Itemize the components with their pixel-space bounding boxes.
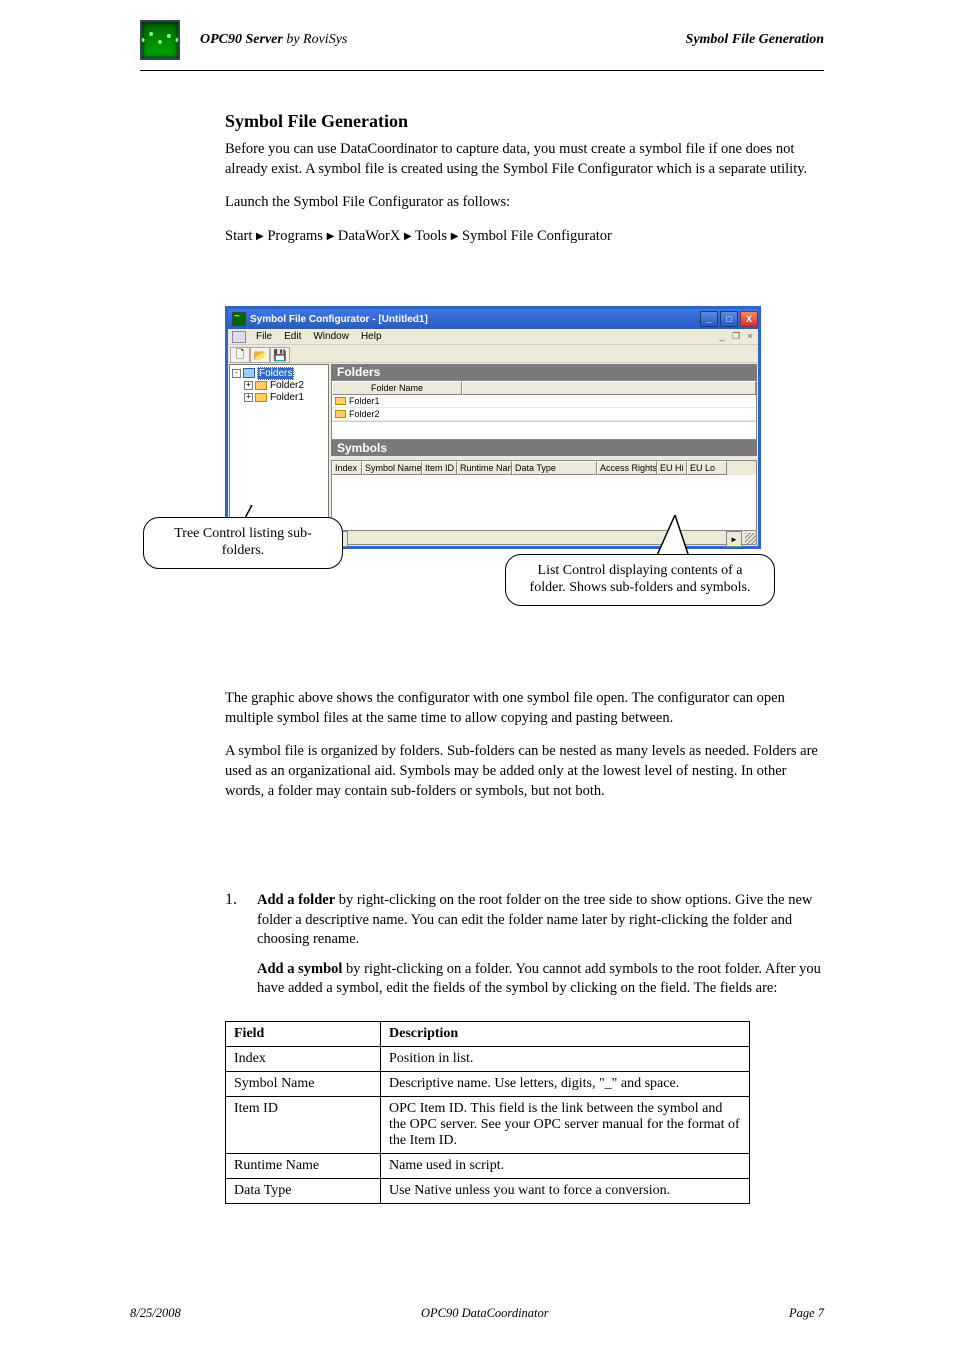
product-subtitle: by RoviSys [286, 32, 347, 47]
folder-row[interactable]: Folder2 [332, 408, 756, 421]
callout-tree: Tree Control listing sub-folders. [143, 517, 343, 569]
tree-label: Folder2 [270, 380, 304, 391]
minimize-button[interactable]: _ [700, 311, 718, 327]
folders-pane-header: Folders [331, 364, 757, 380]
col-access-rights[interactable]: Access Rights [597, 461, 657, 475]
close-button[interactable]: X [740, 311, 758, 327]
header-rule [140, 70, 824, 71]
col-eu-lo[interactable]: EU Lo [687, 461, 727, 475]
app-window: Symbol File Configurator - [Untitled1] _… [225, 306, 761, 549]
table-row: Symbol NameDescriptive name. Use letters… [226, 1071, 750, 1096]
footer-center: OPC90 DataCoordinator [181, 1306, 789, 1321]
table-row: Runtime NameName used in script. [226, 1153, 750, 1178]
col-index[interactable]: Index [332, 461, 362, 475]
mdi-icon[interactable] [232, 331, 246, 343]
footer-page: Page 7 [789, 1306, 824, 1321]
expand-icon[interactable]: + [244, 393, 253, 402]
col-eu-hi[interactable]: EU Hi [657, 461, 687, 475]
mdi-close[interactable]: × [744, 331, 756, 342]
tree-item-folder1[interactable]: + Folder1 [232, 391, 326, 403]
logo-icon [140, 20, 180, 60]
menubar: File Edit Window Help _ ❐ × [228, 329, 758, 345]
col-data-type[interactable]: Data Type [512, 461, 597, 475]
th-desc: Description [381, 1021, 750, 1046]
th-field: Field [226, 1021, 381, 1046]
launch-path: Start ▶ Programs ▶ DataWorX ▶ Tools ▶ Sy… [225, 227, 824, 247]
save-button[interactable]: 💾 [270, 347, 290, 363]
menu-window[interactable]: Window [307, 331, 355, 342]
folders-grid[interactable]: Folder Name Folder1 Folder2 [331, 380, 757, 440]
footer-date: 8/25/2008 [130, 1306, 181, 1321]
col-folder-name[interactable]: Folder Name [332, 381, 462, 395]
intro-paragraph: Before you can use DataCoordinator to ca… [225, 140, 824, 179]
symbols-pane-header: Symbols [331, 440, 757, 456]
tree-pane[interactable]: - Folders + Folder2 + Folder1 [229, 364, 329, 524]
step-number: 1. [225, 891, 237, 1009]
menu-edit[interactable]: Edit [278, 331, 307, 342]
table-row: Item IDOPC Item ID. This field is the li… [226, 1096, 750, 1153]
mdi-minimize[interactable]: _ [716, 331, 728, 342]
page-heading: Symbol File Generation [686, 32, 824, 48]
menu-help[interactable]: Help [355, 331, 388, 342]
titlebar: Symbol File Configurator - [Untitled1] _… [228, 309, 758, 329]
folder-icon [255, 381, 267, 390]
folder-icon [335, 397, 346, 405]
table-row: Data TypeUse Native unless you want to f… [226, 1178, 750, 1203]
launch-instruction: Launch the Symbol File Configurator as f… [225, 193, 824, 213]
fields-table: Field Description IndexPosition in list.… [225, 1021, 750, 1204]
col-runtime-name[interactable]: Runtime Name [457, 461, 512, 475]
section-title: Symbol File Generation [225, 111, 824, 132]
open-button[interactable]: 📂 [250, 347, 270, 363]
tree-item-folder2[interactable]: + Folder2 [232, 379, 326, 391]
folder-icon [255, 393, 267, 402]
grid-empty-area [332, 421, 756, 439]
folder-row[interactable]: Folder1 [332, 395, 756, 408]
col-item-id[interactable]: Item ID [422, 461, 457, 475]
folder-icon [335, 410, 346, 418]
collapse-icon[interactable]: - [232, 369, 241, 378]
menu-file[interactable]: File [250, 331, 278, 342]
product-name: OPC90 Server [200, 32, 283, 47]
maximize-button[interactable]: □ [720, 311, 738, 327]
expand-icon[interactable]: + [244, 381, 253, 390]
after-para-2: A symbol file is organized by folders. S… [225, 742, 824, 801]
tree-root[interactable]: - Folders [232, 367, 326, 379]
step-1: 1. Add a folder by right-clicking on the… [225, 891, 824, 1009]
table-row: IndexPosition in list. [226, 1046, 750, 1071]
root-folder-icon [243, 368, 255, 378]
after-para-1: The graphic above shows the configurator… [225, 689, 824, 728]
tree-label: Folder1 [270, 392, 304, 403]
window-title: Symbol File Configurator - [Untitled1] [250, 314, 428, 325]
toolbar: 🗋 📂 💾 [228, 345, 758, 363]
header-text: OPC90 Server by RoviSys Symbol File Gene… [200, 32, 824, 48]
resize-grip-icon[interactable] [745, 533, 757, 545]
new-button[interactable]: 🗋 [230, 347, 250, 363]
tree-root-label: Folders [257, 367, 294, 380]
col-symbol-name[interactable]: Symbol Name [362, 461, 422, 475]
app-icon [232, 312, 246, 326]
callout-list: List Control displaying contents of a fo… [505, 554, 775, 606]
footer: 8/25/2008 OPC90 DataCoordinator Page 7 [130, 1306, 824, 1321]
mdi-restore[interactable]: ❐ [730, 331, 742, 342]
